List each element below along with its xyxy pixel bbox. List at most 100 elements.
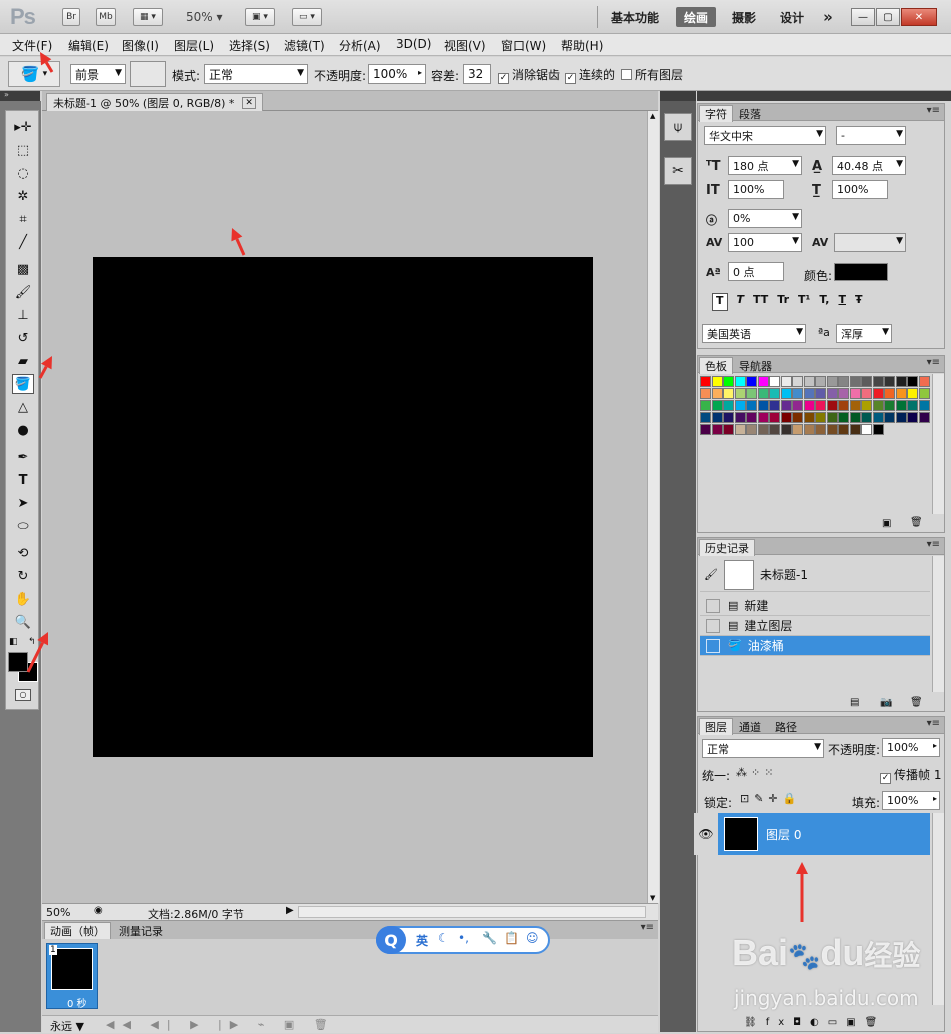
- color-swatch[interactable]: [711, 400, 723, 411]
- color-swatch[interactable]: [895, 376, 907, 387]
- color-swatch[interactable]: [746, 400, 757, 411]
- 3d-orbit-tool[interactable]: ↻: [12, 566, 34, 586]
- color-swatch[interactable]: [872, 376, 884, 387]
- menu-select[interactable]: 选择(S): [229, 37, 270, 54]
- pen-tool[interactable]: ✒: [12, 447, 34, 467]
- color-swatch[interactable]: [780, 424, 792, 435]
- color-swatch[interactable]: [700, 376, 711, 387]
- status-menu-arrow-icon[interactable]: ▶: [286, 905, 294, 916]
- color-swatch[interactable]: [826, 412, 838, 423]
- menu-window[interactable]: 窗口(W): [501, 37, 546, 54]
- color-swatch[interactable]: [907, 400, 918, 411]
- tab-animation-frames[interactable]: 动画（帧）: [44, 922, 111, 939]
- color-swatch[interactable]: [884, 376, 895, 387]
- workspace-essentials[interactable]: 基本功能: [606, 7, 664, 27]
- eyedropper-tool[interactable]: ╱: [12, 232, 34, 252]
- color-swatch[interactable]: [711, 424, 723, 435]
- color-swatch[interactable]: [849, 412, 861, 423]
- color-swatch[interactable]: [792, 412, 803, 423]
- horizontal-scrollbar[interactable]: [298, 906, 646, 918]
- text-color-swatch[interactable]: [834, 263, 888, 281]
- color-swatch[interactable]: [769, 412, 780, 423]
- color-swatch[interactable]: [803, 412, 815, 423]
- color-swatch[interactable]: [746, 388, 757, 399]
- layer-name[interactable]: 图层 0: [766, 826, 801, 843]
- color-swatch[interactable]: [757, 376, 769, 387]
- color-swatch[interactable]: [803, 376, 815, 387]
- color-swatch[interactable]: [815, 424, 826, 435]
- color-swatch[interactable]: [792, 400, 803, 411]
- vertical-scrollbar[interactable]: ▲ ▼: [647, 111, 659, 903]
- color-swatch[interactable]: [838, 412, 849, 423]
- tab-navigator[interactable]: 导航器: [734, 357, 777, 374]
- color-swatch[interactable]: [884, 400, 895, 411]
- wrench-icon[interactable]: 🔧: [482, 931, 497, 945]
- zoom-tool[interactable]: 🔍: [12, 612, 34, 632]
- hand-tool[interactable]: ✋: [12, 589, 34, 609]
- color-swatch[interactable]: [884, 412, 895, 423]
- dock-brush-presets-button[interactable]: ⍦: [664, 113, 692, 141]
- right-panels-header[interactable]: [697, 91, 951, 101]
- tools-panel-header[interactable]: »: [0, 90, 40, 101]
- animation-frame[interactable]: 1 0 秒: [46, 943, 98, 1010]
- frame-delay[interactable]: 0 秒: [67, 995, 87, 1010]
- trash-icon[interactable]: 🗑: [910, 697, 923, 708]
- color-swatch[interactable]: [849, 376, 861, 387]
- color-swatch[interactable]: [757, 412, 769, 423]
- menu-analysis[interactable]: 分析(A): [339, 37, 381, 54]
- new-document-from-state-icon[interactable]: ▤: [850, 697, 859, 708]
- history-source-box[interactable]: [706, 618, 720, 633]
- color-swatch[interactable]: [838, 388, 849, 399]
- unify-buttons[interactable]: ⁂⁘⁙: [736, 766, 777, 779]
- move-tool[interactable]: ▸✛: [12, 117, 34, 137]
- color-swatch[interactable]: [723, 412, 734, 423]
- all-caps-button[interactable]: TT: [753, 293, 768, 311]
- faux-italic-button[interactable]: T: [737, 293, 745, 311]
- lasso-tool[interactable]: ◌: [12, 163, 34, 183]
- color-swatch[interactable]: [700, 412, 711, 423]
- color-swatch[interactable]: [918, 412, 930, 423]
- view-extras-button[interactable]: ▦ ▾: [133, 8, 163, 26]
- panel-menu-icon[interactable]: ▾≡: [927, 718, 940, 729]
- dock-header[interactable]: [660, 91, 696, 101]
- color-swatch[interactable]: [700, 400, 711, 411]
- color-swatch[interactable]: [895, 412, 907, 423]
- workspace-design[interactable]: 设计: [776, 7, 808, 27]
- tab-swatches[interactable]: 色板: [699, 357, 733, 374]
- fill-source-select[interactable]: 前景 ▼: [70, 64, 126, 84]
- paint-bucket-tool[interactable]: 🪣: [12, 374, 34, 394]
- font-style-select[interactable]: - ▼: [836, 126, 906, 145]
- camera-icon[interactable]: 📷: [880, 697, 892, 708]
- quick-selection-tool[interactable]: ✲: [12, 186, 34, 206]
- status-zoom[interactable]: 50%: [46, 906, 70, 919]
- font-family-select[interactable]: 华文中宋 ▼: [704, 126, 826, 145]
- menu-help[interactable]: 帮助(H): [561, 37, 603, 54]
- color-swatch[interactable]: [711, 412, 723, 423]
- color-swatch[interactable]: [907, 388, 918, 399]
- document-tab[interactable]: 未标题-1 @ 50% (图层 0, RGB/8) * ✕: [46, 93, 263, 111]
- panel-menu-icon[interactable]: ▾≡: [927, 105, 940, 116]
- color-swatch[interactable]: [826, 388, 838, 399]
- color-swatch[interactable]: [711, 388, 723, 399]
- color-swatch[interactable]: [895, 388, 907, 399]
- history-brush-tool[interactable]: ↺: [12, 328, 34, 348]
- layer-opacity-input[interactable]: 100% ▸: [882, 738, 940, 757]
- color-swatch[interactable]: [838, 376, 849, 387]
- pattern-picker[interactable]: [130, 61, 166, 87]
- swatches-scrollbar[interactable]: [932, 374, 944, 514]
- color-swatch[interactable]: [723, 388, 734, 399]
- color-swatch[interactable]: [769, 424, 780, 435]
- color-swatch[interactable]: [769, 400, 780, 411]
- brush-tool[interactable]: 🖌: [12, 282, 34, 302]
- canvas-area[interactable]: [42, 111, 647, 903]
- scroll-up-icon[interactable]: ▲: [650, 112, 655, 120]
- playback-buttons[interactable]: ◀◀ ◀| ▶ |▶ ⌁ ▣ 🗑: [106, 1018, 336, 1031]
- panel-menu-icon[interactable]: ▾≡: [927, 539, 940, 550]
- tool-preset-picker[interactable]: 🪣 ▾: [8, 61, 60, 87]
- color-swatch[interactable]: [780, 376, 792, 387]
- close-button[interactable]: ✕: [901, 8, 937, 26]
- font-size-input[interactable]: 180 点 ▼: [728, 156, 802, 175]
- document-canvas[interactable]: [93, 257, 593, 757]
- tab-paragraph[interactable]: 段落: [734, 105, 766, 122]
- propagate-checkbox[interactable]: ✓ 传播帧 1: [880, 766, 941, 784]
